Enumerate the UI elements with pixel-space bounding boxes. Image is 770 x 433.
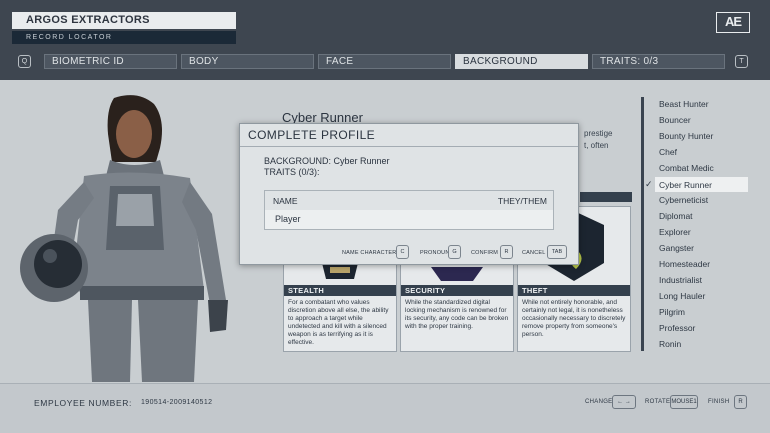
background-item-cyber-runner[interactable]: ✓ Cyber Runner — [645, 177, 748, 192]
background-description: prestige t, often — [584, 129, 613, 150]
pronoun-key[interactable]: G — [448, 245, 461, 259]
checkmark-icon: ✓ — [645, 179, 653, 189]
background-item-explorer[interactable]: Explorer — [655, 224, 748, 239]
pronoun-column-header[interactable]: THEY/THEM — [498, 196, 547, 206]
dialog-divider — [240, 146, 578, 147]
background-item-long-hauler[interactable]: Long Hauler — [655, 288, 748, 303]
tab-face[interactable]: FACE — [318, 54, 451, 69]
name-character-hint-label: NAME CHARACTER — [342, 250, 397, 256]
background-item-pilgrim[interactable]: Pilgrim — [655, 304, 748, 319]
tab-traits[interactable]: TRAITS: 0/3 — [592, 54, 725, 69]
background-item-bounty-hunter[interactable]: Bounty Hunter — [655, 128, 748, 143]
skill-name: STEALTH — [284, 285, 396, 296]
character-portrait[interactable] — [14, 90, 232, 382]
name-character-key[interactable]: C — [396, 245, 409, 259]
background-item-combat-medic[interactable]: Combat Medic — [655, 160, 748, 175]
employee-number-label: EMPLOYEE NUMBER: — [34, 398, 132, 408]
background-item-cyberneticist[interactable]: Cyberneticist — [655, 192, 748, 207]
dialog-traits-line: TRAITS (0/3): — [264, 167, 320, 177]
change-key[interactable]: ← → — [612, 395, 636, 409]
complete-profile-dialog: COMPLETE PROFILE BACKGROUND: Cyber Runne… — [239, 123, 579, 265]
tab-body[interactable]: BODY — [181, 54, 314, 69]
name-column-header: NAME — [273, 196, 298, 206]
constellation-logo-icon: AE — [716, 12, 750, 33]
background-item-gangster[interactable]: Gangster — [655, 240, 748, 255]
background-item-industrialist[interactable]: Industrialist — [655, 272, 748, 287]
footer-bar — [0, 383, 770, 433]
background-item-beast-hunter[interactable]: Beast Hunter — [655, 96, 748, 111]
background-item-professor[interactable]: Professor — [655, 320, 748, 335]
background-item-homesteader[interactable]: Homesteader — [655, 256, 748, 271]
confirm-hint-label: CONFIRM — [471, 250, 499, 256]
finish-key[interactable]: R — [734, 395, 747, 409]
tab-biometric-id[interactable]: BIOMETRIC ID — [44, 54, 177, 69]
background-item-diplomat[interactable]: Diplomat — [655, 208, 748, 223]
skill-description: While not entirely honorable, and certai… — [522, 299, 626, 338]
background-item-bouncer[interactable]: Bouncer — [655, 112, 748, 127]
finish-hint-label: FINISH — [708, 399, 730, 405]
confirm-key[interactable]: R — [500, 245, 513, 259]
dialog-title: COMPLETE PROFILE — [248, 128, 376, 142]
employee-number-value: 190514-2009140512 — [141, 399, 213, 406]
prev-tab-key[interactable]: Q — [18, 55, 31, 68]
skills-header-bar — [580, 192, 632, 202]
skill-description: While the standardized digital locking m… — [405, 299, 509, 330]
record-locator: RECORD LOCATOR — [12, 31, 236, 44]
background-item-label: Cyber Runner — [659, 180, 712, 190]
rotate-key[interactable]: MOUSE1 — [670, 395, 698, 409]
dialog-name-table: NAME THEY/THEM Player — [264, 190, 554, 230]
next-tab-key[interactable]: T — [735, 55, 748, 68]
list-scrollbar[interactable] — [641, 97, 644, 351]
cancel-key[interactable]: TAB — [547, 245, 567, 259]
tab-background[interactable]: BACKGROUND — [455, 54, 588, 69]
background-item-chef[interactable]: Chef — [655, 144, 748, 159]
skill-name: THEFT — [518, 285, 630, 296]
skill-name: SECURITY — [401, 285, 513, 296]
skill-description: For a combatant who values discretion ab… — [288, 299, 389, 346]
change-hint-label: CHANGE — [585, 399, 613, 405]
rotate-hint-label: ROTATE — [645, 399, 671, 405]
player-name-row[interactable]: Player — [265, 210, 553, 229]
background-item-ronin[interactable]: Ronin — [655, 336, 748, 351]
dialog-background-line: BACKGROUND: Cyber Runner — [264, 156, 390, 166]
cancel-hint-label: CANCEL — [522, 250, 546, 256]
company-name: ARGOS EXTRACTORS — [12, 12, 236, 29]
pronoun-hint-label: PRONOUN — [420, 250, 450, 256]
player-name-value: Player — [275, 214, 301, 224]
